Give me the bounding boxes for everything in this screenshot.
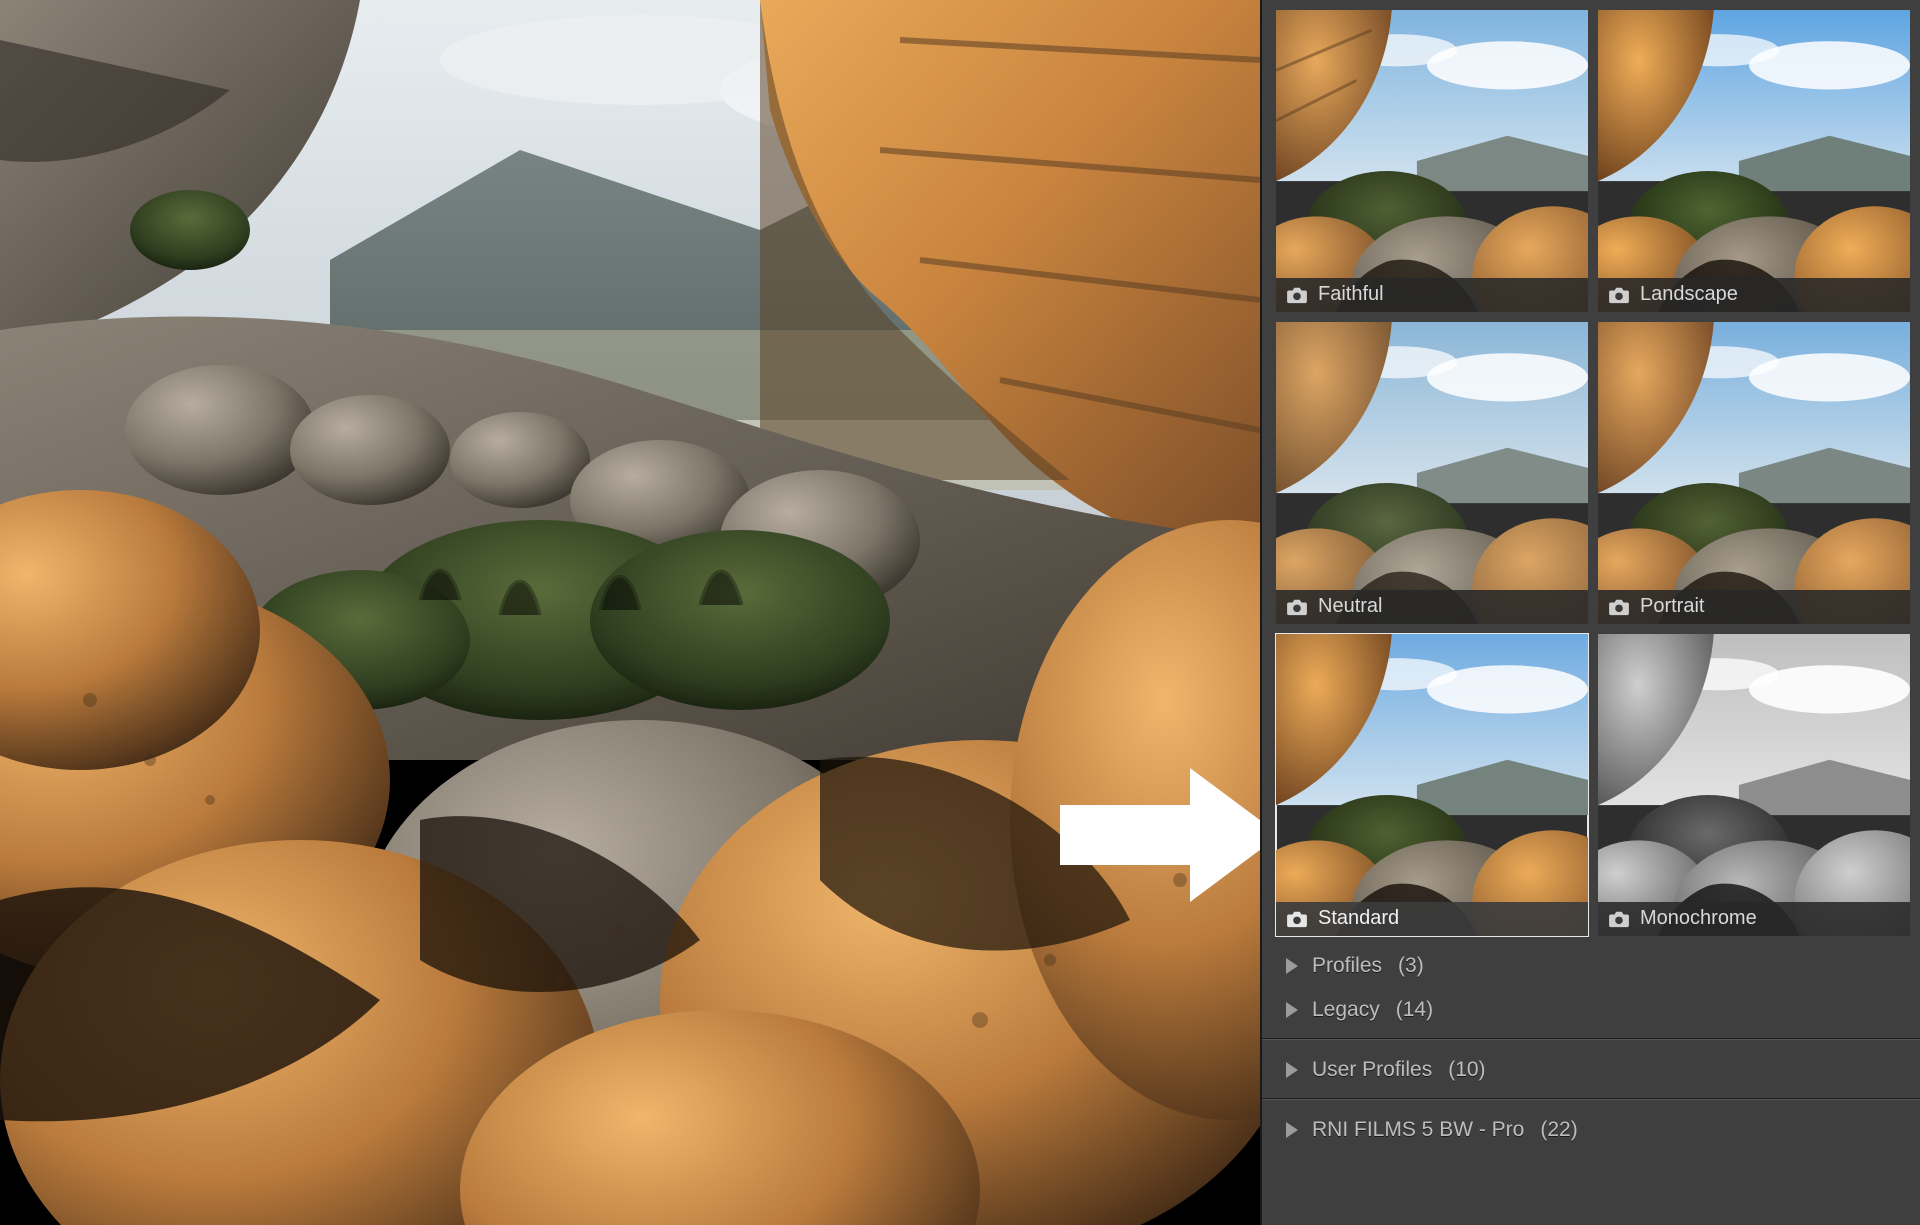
folder-rni-films-bw[interactable]: RNI FILMS 5 BW - Pro (22) bbox=[1262, 1108, 1920, 1152]
camera-icon bbox=[1286, 598, 1308, 616]
folder-count: (14) bbox=[1396, 998, 1433, 1022]
folder-legacy[interactable]: Legacy (14) bbox=[1262, 988, 1920, 1032]
camera-icon bbox=[1286, 910, 1308, 928]
folder-name: Legacy bbox=[1312, 998, 1380, 1022]
camera-profiles-grid: Faithful bbox=[1262, 0, 1920, 944]
profile-tile-portrait[interactable]: Portrait bbox=[1598, 322, 1910, 624]
folder-count: (10) bbox=[1448, 1058, 1485, 1082]
preview-photo bbox=[0, 0, 1260, 1225]
folder-profiles[interactable]: Profiles (3) bbox=[1262, 944, 1920, 988]
profile-label-row: Faithful bbox=[1276, 278, 1588, 312]
profile-folders-section: RNI FILMS 5 BW - Pro (22) bbox=[1262, 1100, 1920, 1152]
profile-tile-standard[interactable]: Standard bbox=[1276, 634, 1588, 936]
profile-name: Monochrome bbox=[1640, 907, 1757, 930]
folder-name: Profiles bbox=[1312, 954, 1382, 978]
profile-name: Portrait bbox=[1640, 595, 1704, 618]
image-preview-pane[interactable] bbox=[0, 0, 1260, 1225]
app-root: Faithful bbox=[0, 0, 1920, 1225]
profile-folders-section: User Profiles (10) bbox=[1262, 1040, 1920, 1092]
profile-label-row: Neutral bbox=[1276, 590, 1588, 624]
folder-user-profiles[interactable]: User Profiles (10) bbox=[1262, 1048, 1920, 1092]
camera-icon bbox=[1608, 598, 1630, 616]
profile-name: Standard bbox=[1318, 907, 1399, 930]
camera-icon bbox=[1286, 286, 1308, 304]
profile-name: Faithful bbox=[1318, 283, 1384, 306]
profile-tile-monochrome[interactable]: Monochrome bbox=[1598, 634, 1910, 936]
triangle-right-icon bbox=[1286, 1002, 1298, 1018]
profile-thumbnail bbox=[1276, 10, 1588, 312]
camera-icon bbox=[1608, 286, 1630, 304]
profile-folders-inline: Profiles (3) Legacy (14) bbox=[1262, 944, 1920, 1032]
profile-thumbnail bbox=[1276, 322, 1588, 624]
folder-name: RNI FILMS 5 BW - Pro bbox=[1312, 1118, 1524, 1142]
profile-thumbnail bbox=[1276, 634, 1588, 936]
profile-label-row: Standard bbox=[1276, 902, 1588, 936]
profile-tile-landscape[interactable]: Landscape bbox=[1598, 10, 1910, 312]
profile-name: Landscape bbox=[1640, 283, 1738, 306]
profile-tile-faithful[interactable]: Faithful bbox=[1276, 10, 1588, 312]
profile-label-row: Monochrome bbox=[1598, 902, 1910, 936]
profile-tile-neutral[interactable]: Neutral bbox=[1276, 322, 1588, 624]
triangle-right-icon bbox=[1286, 1122, 1298, 1138]
triangle-right-icon bbox=[1286, 1062, 1298, 1078]
profile-label-row: Landscape bbox=[1598, 278, 1910, 312]
profile-thumbnail bbox=[1598, 634, 1910, 936]
profile-label-row: Portrait bbox=[1598, 590, 1910, 624]
camera-icon bbox=[1608, 910, 1630, 928]
folder-name: User Profiles bbox=[1312, 1058, 1432, 1082]
profile-thumbnail bbox=[1598, 10, 1910, 312]
profile-thumbnail bbox=[1598, 322, 1910, 624]
profile-name: Neutral bbox=[1318, 595, 1382, 618]
triangle-right-icon bbox=[1286, 958, 1298, 974]
profile-browser-panel: Faithful bbox=[1260, 0, 1920, 1225]
folder-count: (3) bbox=[1398, 954, 1424, 978]
folder-count: (22) bbox=[1540, 1118, 1577, 1142]
